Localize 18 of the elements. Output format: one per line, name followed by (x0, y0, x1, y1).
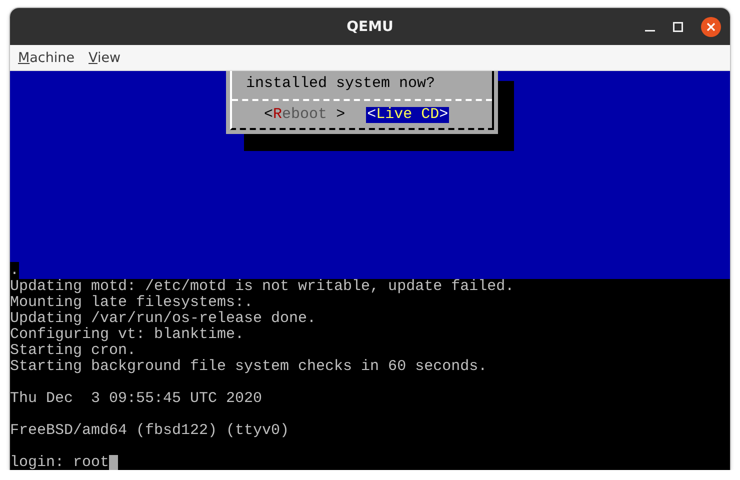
console-text: . (10, 262, 20, 279)
console-text: Updating motd: /etc/motd is not writable, update failed. (10, 278, 514, 295)
menu-item[interactable]: View (88, 50, 121, 66)
console-text: Starting cron. (10, 342, 136, 359)
window-title: QEMU (346, 18, 394, 34)
maximize-icon[interactable] (673, 22, 683, 32)
console-text: Mounting late filesystems:. (10, 294, 254, 311)
console-text: Updating /var/run/os-release done. (10, 310, 316, 327)
close-icon[interactable] (701, 16, 721, 36)
console-text: FreeBSD/amd64 (fbsd122) (ttyv0) (10, 422, 290, 439)
menu-item[interactable]: Machine (18, 50, 75, 66)
console-text: Configuring vt: blanktime. (10, 326, 244, 343)
console-text: Thu Dec 3 09:55:45 UTC 2020 (10, 390, 262, 407)
console-text: login: root (10, 454, 110, 470)
dialog-button[interactable]: <Reboot > (263, 107, 346, 123)
console-text: Starting background file system checks in 60 seconds. (10, 358, 488, 375)
dialog-message: installed system now? (245, 74, 436, 94)
dialog-button[interactable]: <Live CD> (366, 107, 450, 123)
